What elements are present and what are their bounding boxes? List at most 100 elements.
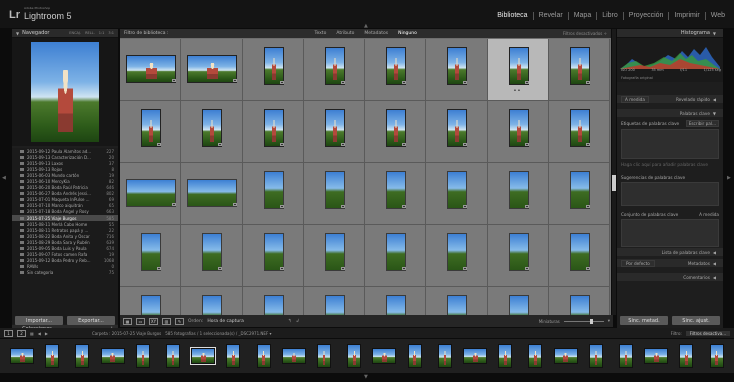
survey-view-icon[interactable]: ▥ [162,317,171,325]
collection-item[interactable]: 2015-06-03 Mundo cartón 19 [12,172,118,178]
left-panel-toggle-icon[interactable]: ◀ [2,175,6,181]
module-web[interactable]: Web [704,12,730,20]
filmstrip-thumbnail[interactable] [45,344,60,368]
navigator-zoom-option[interactable]: 3:1 [108,31,114,35]
grid-cell[interactable] [181,225,243,287]
module-biblioteca[interactable]: Biblioteca [492,12,532,20]
photo-thumbnail[interactable] [447,171,468,209]
edit-badge-icon[interactable] [340,205,345,208]
grid-cell[interactable] [120,39,182,101]
compare-view-icon[interactable]: XY [149,317,158,325]
edit-badge-icon[interactable] [402,205,406,208]
photo-thumbnail[interactable] [508,47,529,85]
filter-option-atributo[interactable]: Atributo [336,31,354,36]
grid-cell[interactable] [426,287,488,315]
sync-metadata-button[interactable]: Sinc. metad. [620,316,668,325]
rating-dots[interactable]: •• [514,88,522,94]
filmstrip-thumbnail[interactable] [588,344,603,368]
collection-item[interactable]: RAWs 0 [12,264,118,270]
module-imprimir[interactable]: Imprimir [668,12,704,20]
filmstrip-thumbnail[interactable] [256,344,271,368]
edit-badge-icon[interactable] [157,143,161,146]
edit-badge-icon[interactable] [233,79,238,82]
edit-badge-icon[interactable] [279,81,284,84]
filmstrip-source-path[interactable]: Carpeta : 2015-07-25 Viaje Burgos [92,331,161,336]
filmstrip-thumbnail[interactable] [407,344,422,368]
collection-item[interactable]: 2015-08-11 Merlá Cabo Home 55 [12,221,118,227]
filmstrip-thumbnail[interactable] [498,344,513,368]
photo-thumbnail[interactable] [386,295,406,315]
module-mapa[interactable]: Mapa [567,12,597,20]
photo-thumbnail[interactable] [324,109,345,147]
sync-settings-button[interactable]: Sinc. ajust. [672,316,720,325]
filter-option-texto[interactable]: Texto [314,31,326,36]
filmstrip-thumbnail[interactable] [281,348,306,364]
filmstrip-thumbnail[interactable] [372,348,397,364]
slider-knob[interactable] [589,318,593,324]
photo-thumbnail[interactable] [324,171,345,209]
toolbar-menu-icon[interactable]: ▾ [608,319,610,324]
edit-badge-icon[interactable] [340,81,345,84]
keywording-header[interactable]: Palabras clave ▼ [617,109,723,117]
photo-thumbnail[interactable] [263,295,284,315]
collection-item[interactable]: 2015-08-11 Retratos papá y ... 22 [12,227,118,233]
photo-thumbnail[interactable] [263,171,284,209]
keyword-tags-box[interactable] [621,129,719,159]
edit-badge-icon[interactable] [463,267,468,270]
grid-cell[interactable] [365,39,427,101]
filmstrip-thumbnail[interactable] [553,348,578,364]
grid-cell[interactable] [426,101,488,163]
grid-cell[interactable] [181,163,243,225]
collection-item[interactable]: 2015-07-18 Boda Ángel y Rosy 663 [12,209,118,215]
grid-cell[interactable] [181,39,243,101]
edit-badge-icon[interactable] [218,267,223,270]
collection-item[interactable]: 2015-09-13 Rojos 8 [12,166,118,172]
grid-cell[interactable] [426,39,488,101]
edit-badge-icon[interactable] [585,143,590,146]
collection-item[interactable]: 2015-07-01 Maqueta InPulse ... 69 [12,197,118,203]
sort-select[interactable]: Hora de captura [207,319,244,324]
edit-badge-icon[interactable] [524,267,529,270]
grid-cell[interactable] [181,287,243,315]
thumbnail-size-slider[interactable] [563,318,604,324]
grid-scrollbar[interactable] [612,29,616,315]
edit-badge-icon[interactable] [340,143,345,146]
grid-cell[interactable] [487,163,549,225]
keyword-set-select[interactable]: A medida [699,212,719,217]
grid-cell[interactable] [548,101,610,163]
grid-cell[interactable] [120,225,182,287]
photo-thumbnail[interactable] [508,109,529,147]
filmstrip-thumbnail[interactable] [100,348,125,364]
import-button[interactable]: Importar... [15,316,63,325]
grid-cell[interactable] [181,101,243,163]
grid-cell[interactable] [242,39,304,101]
grid-cell[interactable] [120,163,182,225]
spray-can-icon[interactable]: ✎ [175,317,184,325]
grid-cell[interactable]: •• [487,39,549,101]
grid-cell[interactable] [242,225,304,287]
grid-cell[interactable] [365,287,427,315]
collection-item[interactable]: Sin categoría 75 [12,270,118,276]
photo-thumbnail[interactable] [141,233,161,271]
grid-cell[interactable] [548,163,610,225]
grid-cell[interactable] [242,287,304,315]
edit-badge-icon[interactable] [233,203,238,206]
navigator-zoom-option[interactable]: ENCAJ. [69,31,81,35]
photo-thumbnail[interactable] [187,179,238,207]
filmstrip-thumbnail[interactable] [709,344,724,368]
photo-thumbnail[interactable] [324,47,345,85]
edit-badge-icon[interactable] [279,267,284,270]
comments-header[interactable]: Comentarios ◀ [617,273,723,281]
photo-thumbnail[interactable] [187,55,238,83]
photo-thumbnail[interactable] [386,109,406,147]
second-window-icon[interactable]: 2 [17,329,26,337]
histogram-header[interactable]: Histograma ▼ [617,29,723,38]
edit-badge-icon[interactable] [585,205,590,208]
filmstrip-thumbnail[interactable] [317,344,331,368]
edit-badge-icon[interactable] [402,81,406,84]
collection-item[interactable]: 2015-09-13 Caracterización D... 20 [12,154,118,160]
filmstrip-thumbnail[interactable] [644,348,669,364]
edit-badge-icon[interactable] [463,81,468,84]
grid-cell[interactable] [487,225,549,287]
edit-badge-icon[interactable] [524,143,529,146]
